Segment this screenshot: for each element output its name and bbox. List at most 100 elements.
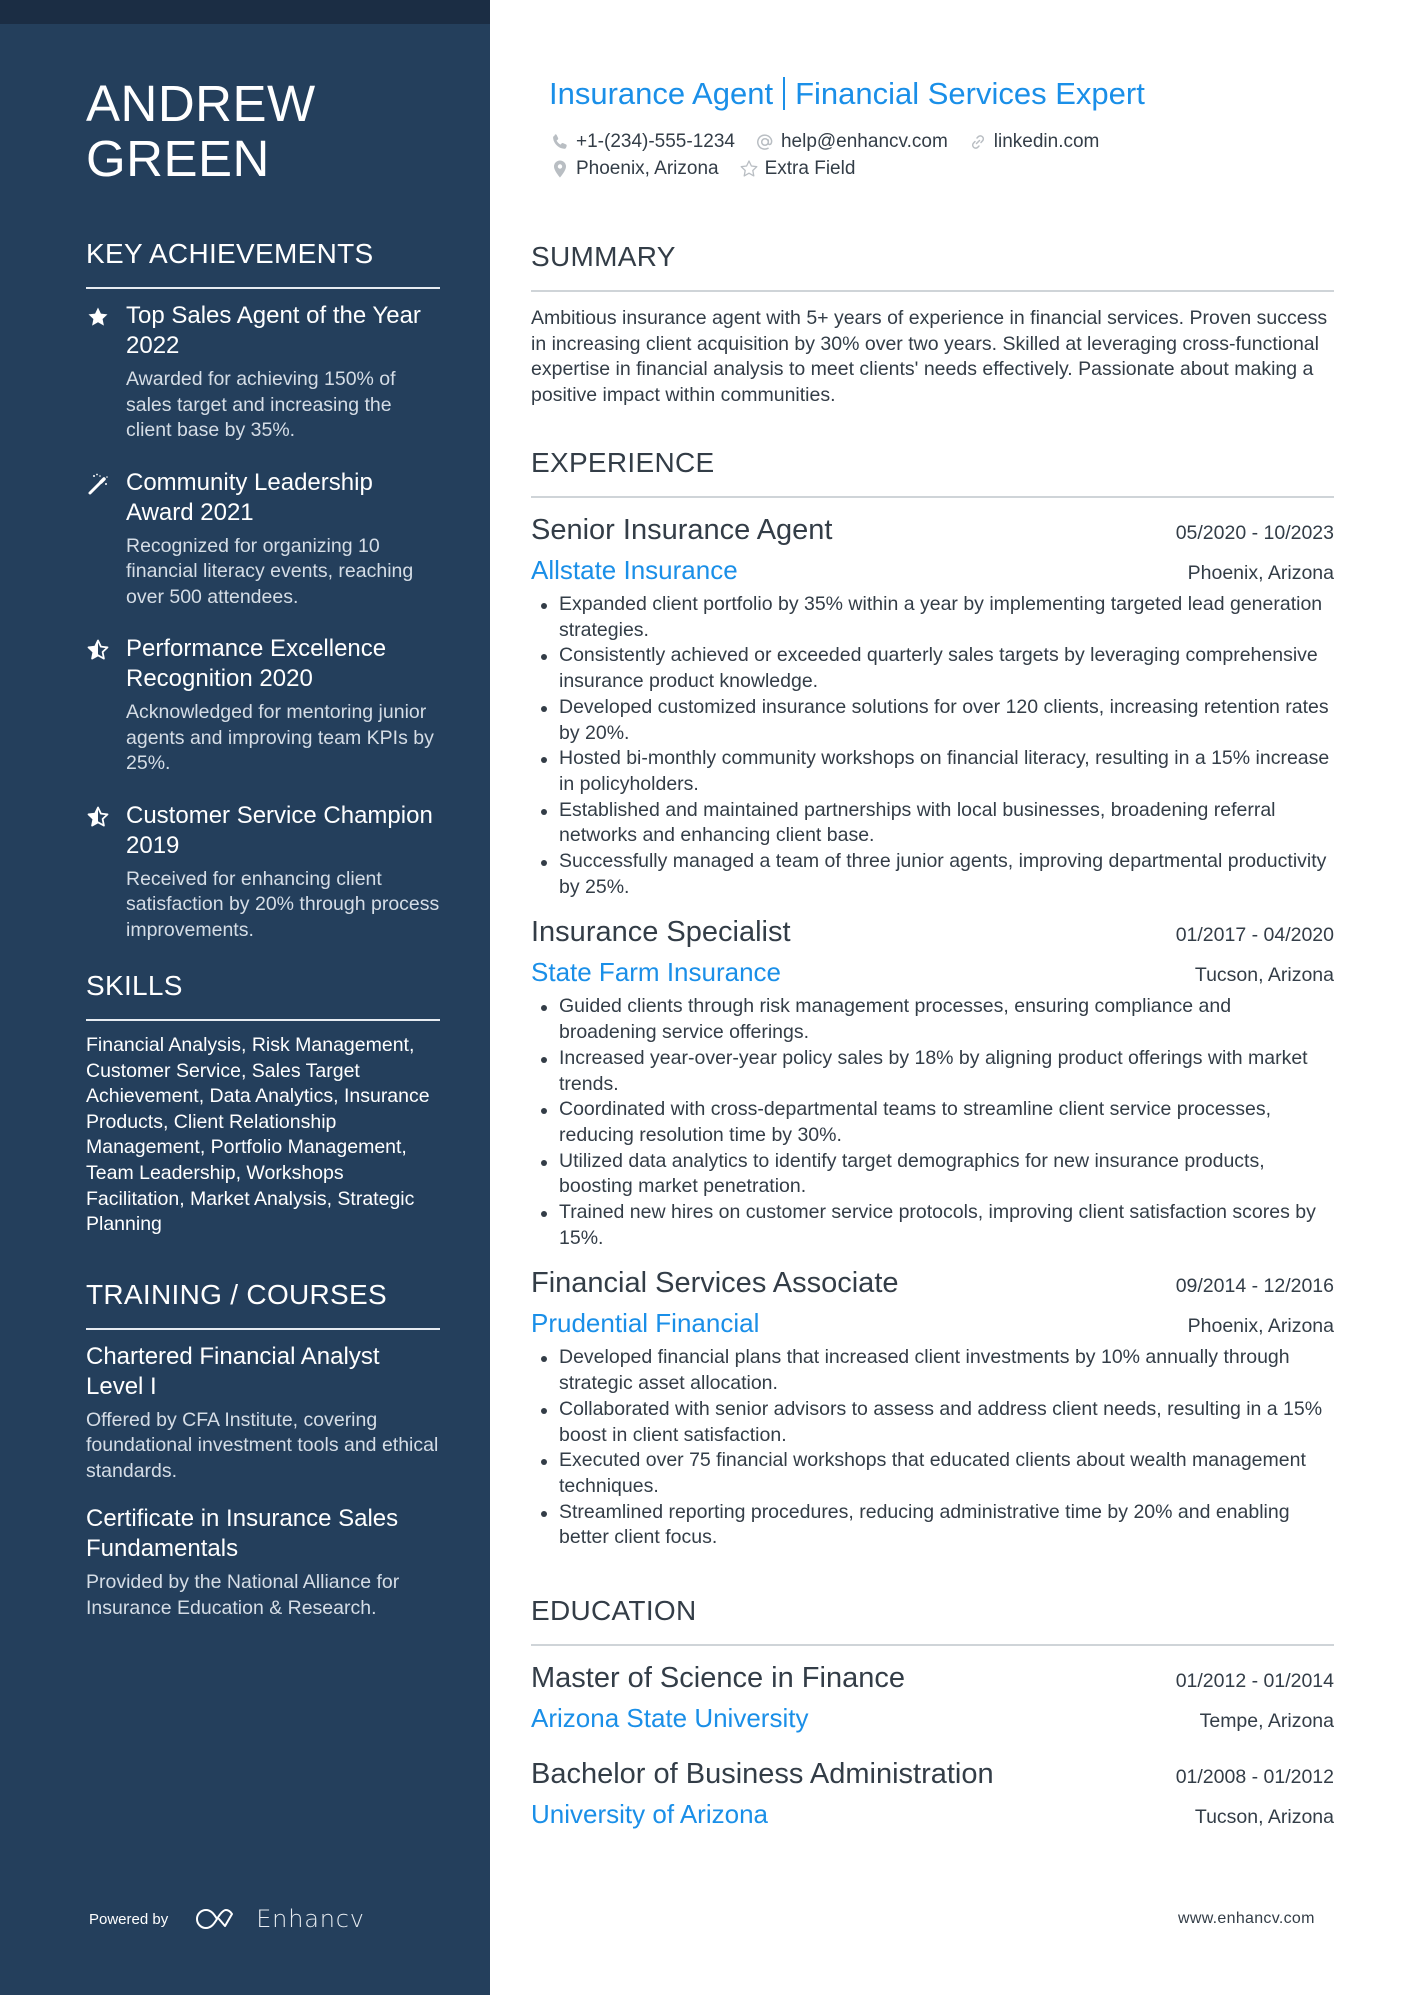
contact-link[interactable]: linkedin.com (968, 128, 1099, 155)
headline-separator (783, 77, 786, 110)
achievements-section: KEY ACHIEVEMENTS Top Sales Agent of the … (86, 237, 440, 943)
achievement-title: Community Leadership Award 2021 (126, 468, 373, 526)
achievement-description: Recognized for organizing 10 financial l… (126, 534, 414, 608)
job-title: Insurance Specialist (531, 916, 791, 949)
skills-heading: SKILLS (86, 970, 183, 1001)
job-subheader: State Farm Insurance Tucson, Arizona (531, 952, 1334, 992)
education-subheader: Arizona State University Tempe, Arizona (531, 1698, 1334, 1738)
contact-phone[interactable]: +1-(234)-555-1234 (550, 128, 735, 155)
job-entry: Financial Services Associate 09/2014 - 1… (531, 1263, 1334, 1551)
job-bullet: Streamlined reporting procedures, reduci… (531, 1500, 1334, 1551)
school[interactable]: University of Arizona (531, 1794, 768, 1834)
course-item: Certificate in Insurance Sales Fundament… (86, 1504, 440, 1621)
education-entry: Master of Science in Finance 01/2012 - 0… (531, 1658, 1334, 1738)
powered-by-label: Powered by (89, 1910, 169, 1928)
candidate-name: ANDREW GREEN (86, 76, 440, 186)
achievement-item: Customer Service Champion 2019 Received … (86, 801, 440, 944)
job-bullets: Developed financial plans that increased… (531, 1345, 1334, 1551)
summary-heading: SUMMARY (531, 241, 676, 272)
star-half-icon (87, 806, 109, 826)
enhancv-logo-icon (196, 1909, 234, 1929)
experience-heading: EXPERIENCE (531, 447, 715, 478)
course-item: Chartered Financial Analyst Level I Offe… (86, 1342, 440, 1485)
skills-divider (86, 1019, 440, 1021)
at-icon (757, 133, 773, 150)
degree: Bachelor of Business Administration (531, 1758, 994, 1790)
email-value: help@enhancv.com (780, 131, 948, 152)
skills-section: SKILLS Financial Analysis, Risk Manageme… (86, 969, 440, 1238)
job-subheader: Prudential Financial Phoenix, Arizona (531, 1303, 1334, 1343)
job-title: Senior Insurance Agent (531, 514, 833, 546)
summary-text: Ambitious insurance agent with 5+ years … (531, 307, 1328, 407)
job-bullet: Guided clients through risk management p… (531, 994, 1334, 1045)
last-name: GREEN (86, 130, 270, 187)
course-description: Offered by CFA Institute, covering found… (86, 1408, 439, 1482)
link-icon (971, 134, 984, 149)
education-dates: 01/2012 - 01/2014 (1175, 1670, 1334, 1692)
achievement-description: Acknowledged for mentoring junior agents… (126, 701, 434, 774)
sidebar-content: ANDREW GREEN KEY ACHIEVEMENTS Top Sales … (86, 76, 440, 1641)
star-half-icon (87, 639, 109, 660)
magic-wand-icon (88, 473, 108, 494)
job-company[interactable]: Allstate Insurance (531, 550, 738, 590)
degree: Master of Science in Finance (531, 1662, 905, 1694)
job-bullet: Increased year-over-year policy sales by… (531, 1046, 1334, 1097)
job-header: Financial Services Associate 09/2014 - 1… (531, 1263, 1334, 1303)
enhancv-brand[interactable]: Enhancv (256, 1905, 365, 1933)
experience-section: EXPERIENCE Senior Insurance Agent 05/202… (531, 446, 1334, 1551)
job-bullet: Developed customized insurance solutions… (531, 695, 1334, 746)
skills-list: Financial Analysis, Risk Management, Cus… (86, 1034, 430, 1236)
course-description: Provided by the National Alliance for In… (86, 1571, 400, 1619)
location-value: Phoenix, Arizona (576, 158, 719, 179)
job-dates: 05/2020 - 10/2023 (1175, 522, 1334, 544)
job-bullets: Expanded client portfolio by 35% within … (531, 592, 1334, 900)
education-location: Tucson, Arizona (1194, 1806, 1334, 1828)
job-bullet: Expanded client portfolio by 35% within … (531, 592, 1334, 643)
website-footer[interactable]: www.enhancv.com (1178, 1910, 1315, 1928)
contact-location: Phoenix, Arizona (550, 155, 719, 182)
education-location: Tempe, Arizona (1199, 1710, 1334, 1732)
job-header: Senior Insurance Agent 05/2020 - 10/2023 (531, 510, 1334, 550)
achievement-title: Top Sales Agent of the Year 2022 (126, 302, 421, 359)
education-subheader: University of Arizona Tucson, Arizona (531, 1794, 1334, 1834)
job-company[interactable]: Prudential Financial (531, 1303, 759, 1343)
contact-info: +1-(234)-555-1234 help@enhancv.com linke… (550, 128, 1119, 182)
achievement-description: Awarded for achieving 150% of sales targ… (126, 368, 396, 441)
job-bullet: Trained new hires on customer service pr… (531, 1200, 1334, 1251)
headline-part-2: Financial Services Expert (795, 76, 1145, 111)
education-dates: 01/2008 - 01/2012 (1175, 1766, 1334, 1788)
job-headline: Insurance Agent Financial Services Expert (549, 75, 1145, 113)
summary-section: SUMMARY Ambitious insurance agent with 5… (531, 240, 1334, 409)
education-divider (531, 1644, 1334, 1646)
education-heading: EDUCATION (531, 1595, 697, 1626)
job-location: Tucson, Arizona (1194, 964, 1334, 987)
education-section: EDUCATION Master of Science in Finance 0… (531, 1594, 1334, 1834)
course-title: Chartered Financial Analyst Level I (86, 1342, 380, 1400)
training-heading: TRAINING / COURSES (86, 1278, 387, 1310)
job-entry: Insurance Specialist 01/2017 - 04/2020 S… (531, 912, 1334, 1251)
job-company[interactable]: State Farm Insurance (531, 952, 781, 992)
achievements-divider (86, 287, 440, 289)
job-title: Financial Services Associate (531, 1267, 899, 1300)
job-bullet: Collaborated with senior advisors to ass… (531, 1397, 1334, 1448)
school[interactable]: Arizona State University (531, 1698, 808, 1738)
achievement-title: Customer Service Champion 2019 (126, 801, 433, 859)
job-header: Insurance Specialist 01/2017 - 04/2020 (531, 912, 1334, 952)
summary-divider (531, 290, 1334, 292)
job-bullet: Established and maintained partnerships … (531, 798, 1334, 849)
job-bullet: Developed financial plans that increased… (531, 1345, 1334, 1396)
job-bullet: Successfully managed a team of three jun… (531, 849, 1334, 900)
powered-by: Powered by Enhancv (89, 1905, 365, 1933)
phone-icon (553, 133, 567, 149)
phone-value: +1-(234)-555-1234 (576, 131, 735, 152)
job-bullet: Executed over 75 financial workshops tha… (531, 1448, 1334, 1499)
achievement-description: Received for enhancing client satisfacti… (126, 867, 440, 941)
contact-email[interactable]: help@enhancv.com (755, 128, 948, 155)
contact-extra: Extra Field (739, 155, 856, 182)
job-bullet: Consistently achieved or exceeded quarte… (531, 643, 1334, 694)
achievement-item: Top Sales Agent of the Year 2022 Awarded… (86, 301, 440, 444)
location-pin-icon (554, 160, 566, 177)
extra-value: Extra Field (764, 158, 856, 179)
job-location: Phoenix, Arizona (1187, 1315, 1334, 1338)
education-header: Master of Science in Finance 01/2012 - 0… (531, 1658, 1334, 1698)
